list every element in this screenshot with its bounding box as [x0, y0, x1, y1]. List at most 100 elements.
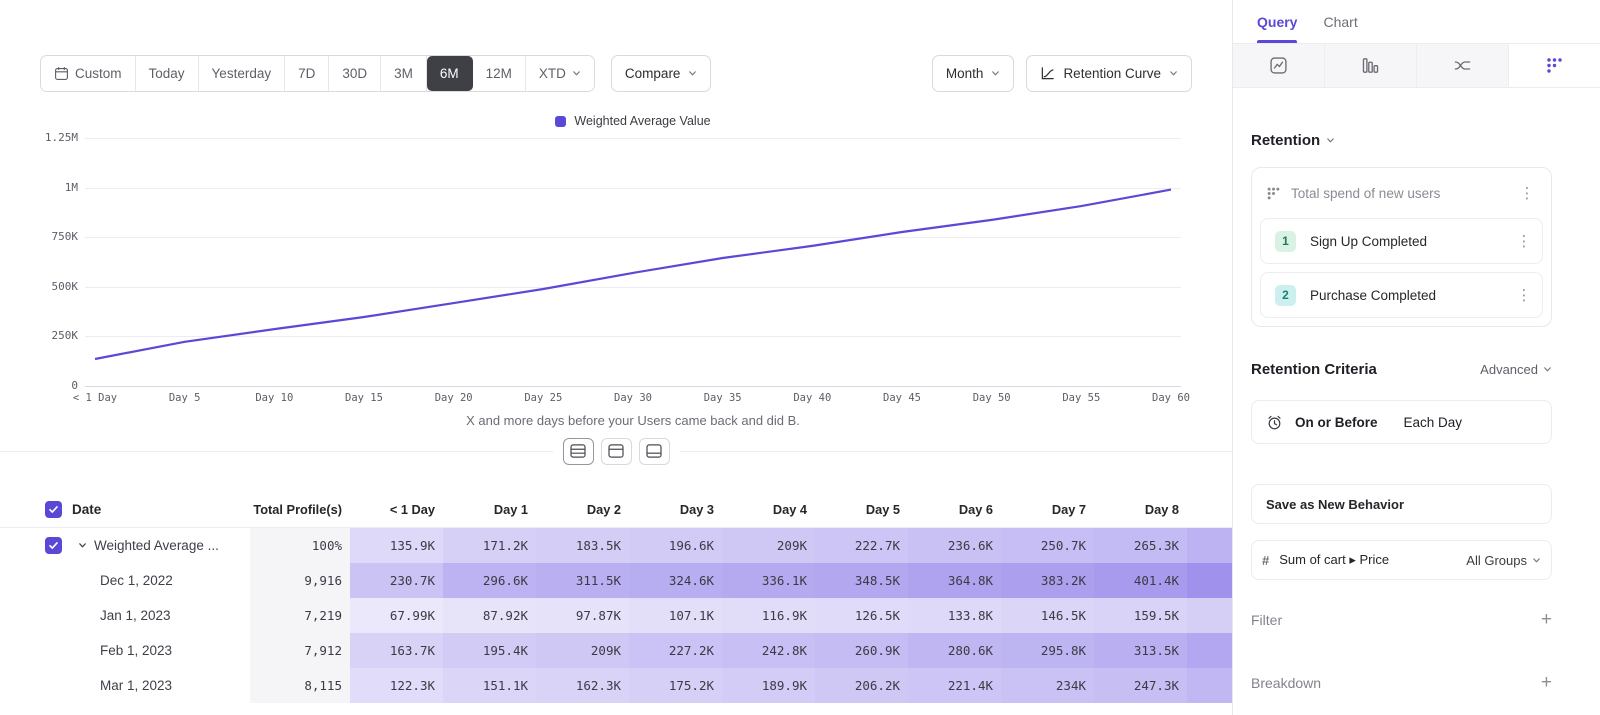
- retention-cell[interactable]: 183.5K: [536, 528, 629, 563]
- breakdown-section[interactable]: Breakdown +: [1251, 673, 1552, 692]
- measure-row[interactable]: # Sum of cart ▸ Price All Groups: [1251, 540, 1552, 580]
- range-today-button[interactable]: Today: [136, 56, 199, 91]
- retention-cell[interactable]: 234K: [1001, 668, 1094, 703]
- row-checkbox-cell: [0, 668, 66, 703]
- retention-cell[interactable]: 265.3K: [1094, 528, 1187, 563]
- retention-cell[interactable]: 227.2K: [629, 633, 722, 668]
- table-row[interactable]: Mar 1, 20238,115122.3K151.1K162.3K175.2K…: [0, 668, 1232, 703]
- range-yesterday-button[interactable]: Yesterday: [199, 56, 286, 91]
- retention-cell-clipped[interactable]: [1187, 633, 1232, 668]
- chart-type-funnels-tab[interactable]: [1325, 44, 1417, 87]
- retention-cell-clipped[interactable]: [1187, 668, 1232, 703]
- range-12m-button[interactable]: 12M: [473, 56, 526, 91]
- retention-cell[interactable]: 171.2K: [443, 528, 536, 563]
- chart-type-flows-tab[interactable]: [1417, 44, 1509, 87]
- range-custom-button[interactable]: Custom: [41, 56, 136, 91]
- retention-cell[interactable]: 189.9K: [722, 668, 815, 703]
- retention-cell[interactable]: 348.5K: [815, 563, 908, 598]
- expand-chevron-icon[interactable]: [78, 541, 87, 550]
- filter-section[interactable]: Filter +: [1251, 610, 1552, 629]
- retention-cell-clipped[interactable]: [1187, 563, 1232, 598]
- retention-cell[interactable]: 209K: [536, 633, 629, 668]
- row-checkbox[interactable]: [45, 537, 62, 554]
- retention-cell[interactable]: 311.5K: [536, 563, 629, 598]
- retention-cell[interactable]: 206.2K: [815, 668, 908, 703]
- tab-chart[interactable]: Chart: [1323, 0, 1357, 43]
- retention-cell[interactable]: 222.7K: [815, 528, 908, 563]
- retention-cell[interactable]: 401.4K: [1094, 563, 1187, 598]
- chart-style-button[interactable]: Retention Curve: [1026, 55, 1192, 92]
- chart-type-retention-tab[interactable]: [1509, 44, 1600, 87]
- retention-cell[interactable]: 97.87K: [536, 598, 629, 633]
- kebab-menu-icon[interactable]: ⋮: [1514, 232, 1534, 250]
- behavior-step-row[interactable]: 1Sign Up Completed⋮: [1260, 218, 1543, 264]
- retention-cell[interactable]: 133.8K: [908, 598, 1001, 633]
- table-row[interactable]: Dec 1, 20229,916230.7K296.6K311.5K324.6K…: [0, 563, 1232, 598]
- retention-cell[interactable]: 196.6K: [629, 528, 722, 563]
- add-filter-icon[interactable]: +: [1541, 610, 1552, 629]
- retention-cell[interactable]: 295.8K: [1001, 633, 1094, 668]
- range-6m-button[interactable]: 6M: [427, 56, 473, 91]
- retention-cell[interactable]: 146.5K: [1001, 598, 1094, 633]
- retention-cell-clipped[interactable]: [1187, 598, 1232, 633]
- retention-cell[interactable]: 175.2K: [629, 668, 722, 703]
- select-all-checkbox[interactable]: [45, 501, 62, 518]
- retention-cell[interactable]: 122.3K: [350, 668, 443, 703]
- add-breakdown-icon[interactable]: +: [1541, 673, 1552, 692]
- retention-cell[interactable]: 67.99K: [350, 598, 443, 633]
- retention-cell[interactable]: 250.7K: [1001, 528, 1094, 563]
- retention-cell[interactable]: 364.8K: [908, 563, 1001, 598]
- retention-cell[interactable]: 242.8K: [722, 633, 815, 668]
- retention-criteria-row[interactable]: On or Before Each Day: [1251, 400, 1552, 444]
- retention-cell[interactable]: 126.5K: [815, 598, 908, 633]
- range-xtd-button[interactable]: XTD: [526, 56, 594, 91]
- retention-cell[interactable]: 162.3K: [536, 668, 629, 703]
- retention-cell[interactable]: 116.9K: [722, 598, 815, 633]
- behavior-header[interactable]: Total spend of new users ⋮: [1260, 176, 1543, 210]
- criteria-value: Each Day: [1404, 415, 1463, 430]
- granularity-button[interactable]: Month: [932, 55, 1015, 92]
- retention-cell[interactable]: 195.4K: [443, 633, 536, 668]
- retention-cell[interactable]: 260.9K: [815, 633, 908, 668]
- retention-cell[interactable]: 163.7K: [350, 633, 443, 668]
- kebab-menu-icon[interactable]: ⋮: [1517, 184, 1537, 202]
- save-behavior-button[interactable]: Save as New Behavior: [1251, 484, 1552, 524]
- retention-cell[interactable]: 336.1K: [722, 563, 815, 598]
- retention-cell[interactable]: 151.1K: [443, 668, 536, 703]
- range-30d-button[interactable]: 30D: [329, 56, 381, 91]
- behavior-step-row[interactable]: 2Purchase Completed⋮: [1260, 272, 1543, 318]
- retention-cell[interactable]: 135.9K: [350, 528, 443, 563]
- chart-legend[interactable]: Weighted Average Value: [85, 114, 1181, 128]
- layout-bottom-row-button[interactable]: [639, 438, 670, 465]
- retention-cell[interactable]: 383.2K: [1001, 563, 1094, 598]
- layout-top-row-button[interactable]: [601, 438, 632, 465]
- chart-type-insights-tab[interactable]: [1233, 44, 1325, 87]
- compare-button[interactable]: Compare: [611, 55, 712, 92]
- total-profiles-cell: 7,912: [250, 633, 350, 668]
- retention-cell[interactable]: 209K: [722, 528, 815, 563]
- retention-section-header[interactable]: Retention: [1251, 132, 1552, 149]
- table-row[interactable]: Weighted Average ...100%135.9K171.2K183.…: [0, 528, 1232, 563]
- retention-cell[interactable]: 221.4K: [908, 668, 1001, 703]
- tab-query[interactable]: Query: [1257, 0, 1297, 43]
- retention-cell[interactable]: 313.5K: [1094, 633, 1187, 668]
- y-tick-label: 1M: [65, 181, 78, 194]
- retention-cell[interactable]: 280.6K: [908, 633, 1001, 668]
- retention-cell[interactable]: 324.6K: [629, 563, 722, 598]
- retention-cell-clipped[interactable]: [1187, 528, 1232, 563]
- groups-dropdown[interactable]: All Groups: [1466, 553, 1541, 568]
- advanced-toggle[interactable]: Advanced: [1480, 362, 1552, 377]
- retention-cell[interactable]: 247.3K: [1094, 668, 1187, 703]
- retention-cell[interactable]: 107.1K: [629, 598, 722, 633]
- retention-cell[interactable]: 236.6K: [908, 528, 1001, 563]
- retention-cell[interactable]: 230.7K: [350, 563, 443, 598]
- table-row[interactable]: Jan 1, 20237,21967.99K87.92K97.87K107.1K…: [0, 598, 1232, 633]
- layout-split-rows-button[interactable]: [563, 438, 594, 465]
- retention-cell[interactable]: 87.92K: [443, 598, 536, 633]
- retention-cell[interactable]: 296.6K: [443, 563, 536, 598]
- table-row[interactable]: Feb 1, 20237,912163.7K195.4K209K227.2K24…: [0, 633, 1232, 668]
- kebab-menu-icon[interactable]: ⋮: [1514, 286, 1534, 304]
- range-3m-button[interactable]: 3M: [381, 56, 427, 91]
- range-7d-button[interactable]: 7D: [285, 56, 329, 91]
- retention-cell[interactable]: 159.5K: [1094, 598, 1187, 633]
